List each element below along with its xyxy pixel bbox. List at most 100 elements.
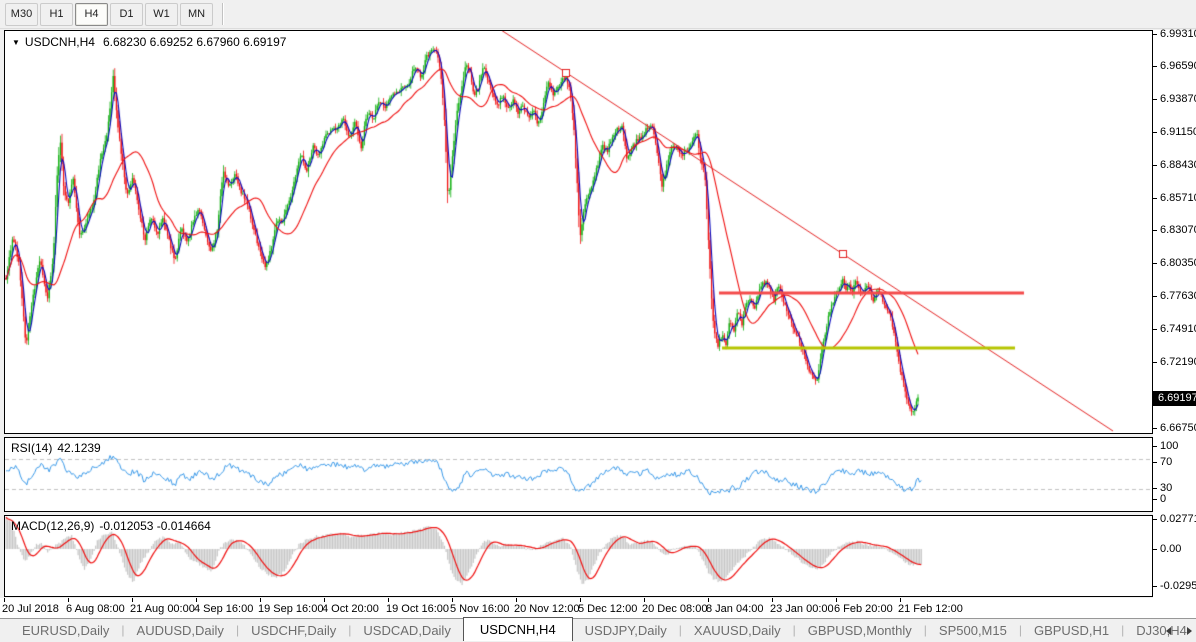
axis-tick [1153,462,1157,463]
price-axis-label: 6.99310 [1160,29,1196,40]
rsi-value: 42.1239 [57,441,100,455]
price-axis[interactable]: 6.99310 6.96590 6.93870 6.91150 6.88430 6.857… [1153,30,1196,598]
date-tick [388,598,389,602]
chart-dropdown-icon[interactable]: ▼ [12,38,20,47]
tab-separator: | [679,623,682,637]
axis-tick [1153,230,1157,231]
date-tick [708,598,709,602]
macd-axis-label: 0.00 [1160,544,1181,555]
date-tick [132,598,133,602]
tab-gbpusd-monthly[interactable]: GBPUSD,Monthly [796,619,924,642]
tab-usdcad-daily[interactable]: USDCAD,Daily [351,619,462,642]
price-axis-label: 6.91150 [1160,127,1196,138]
date-axis-label: 4 Oct 20:00 [322,603,379,615]
tab-xauusd-daily[interactable]: XAUUSD,Daily [682,619,793,642]
rsi-axis-label: 100 [1160,441,1178,452]
price-axis-label: 6.72190 [1160,357,1196,368]
timeframe-button-mn[interactable]: MN [180,3,213,26]
date-axis-label: 6 Aug 08:00 [66,603,125,615]
price-axis-label: 6.66750 [1160,423,1196,434]
date-axis-label: 5 Nov 16:00 [450,603,509,615]
date-axis-label: 19 Sep 16:00 [258,603,323,615]
rsi-panel: RSI(14)42.1239 [4,437,1153,512]
axis-tick [1153,165,1157,166]
date-axis-label: 21 Aug 00:00 [130,603,195,615]
date-axis[interactable]: 20 Jul 20186 Aug 08:0021 Aug 00:004 Sep … [0,598,1196,618]
axis-tick [1153,586,1157,587]
tab-separator: | [793,623,796,637]
timeframe-button-h4[interactable]: H4 [75,3,108,26]
tab-usdjpy-daily[interactable]: USDJPY,Daily [573,619,679,642]
chart-symbol: USDCNH,H4 [25,35,95,49]
axis-tick [1153,329,1157,330]
date-axis-label: 8 Jan 04:00 [706,603,764,615]
timeframe-button-d1[interactable]: D1 [110,3,143,26]
date-tick [4,598,5,602]
axis-tick [1153,549,1157,550]
date-tick [644,598,645,602]
chart-ohlc-values: 6.68230 6.69252 6.67960 6.69197 [103,35,287,49]
macd-panel: MACD(12,26,9)-0.012053 -0.014664 [4,515,1153,597]
current-price-badge: 6.69197 [1153,391,1196,406]
price-axis-label: 6.80350 [1160,258,1196,269]
date-axis-label: 6 Feb 20:00 [834,603,893,615]
date-axis-label: 20 Nov 12:00 [514,603,579,615]
axis-tick [1153,519,1157,520]
tab-gbpusd-h1[interactable]: GBPUSD,H1 [1022,619,1121,642]
tab-separator: | [924,623,927,637]
axis-tick [1153,99,1157,100]
date-axis-label: 23 Jan 00:00 [770,603,834,615]
date-axis-label: 20 Dec 08:00 [642,603,707,615]
tab-separator: | [348,623,351,637]
axis-tick [1153,296,1157,297]
rsi-axis-label: 0 [1160,494,1166,505]
tab-scroll-right-icon[interactable] [1187,627,1192,635]
date-tick [324,598,325,602]
tab-audusd-daily[interactable]: AUDUSD,Daily [125,619,236,642]
price-axis-label: 6.96590 [1160,61,1196,72]
axis-tick [1153,499,1157,500]
tab-usdchf-daily[interactable]: USDCHF,Daily [239,619,348,642]
date-tick [900,598,901,602]
axis-tick [1153,428,1157,429]
chart-title: ▼ USDCNH,H4 6.68230 6.69252 6.67960 6.6919… [12,35,286,49]
macd-label: MACD(12,26,9)-0.012053 -0.014664 [11,519,211,533]
date-tick [68,598,69,602]
price-chart-canvas[interactable] [5,31,1152,433]
rsi-axis-label: 70 [1160,457,1172,468]
date-tick [772,598,773,602]
date-axis-label: 4 Sep 16:00 [194,603,253,615]
toolbar-separator [222,3,224,25]
date-tick [516,598,517,602]
rsi-chart-canvas[interactable] [5,438,1152,511]
axis-tick [1153,34,1157,35]
rsi-label: RSI(14)42.1239 [11,441,101,455]
date-axis-label: 21 Feb 12:00 [898,603,963,615]
timeframe-button-h1[interactable]: H1 [40,3,73,26]
tab-sp500-m15[interactable]: SP500,M15 [927,619,1019,642]
timeframe-toolbar: M30H1H4D1W1MN [0,0,1196,29]
axis-tick [1153,66,1157,67]
date-tick [580,598,581,602]
tab-separator: | [1121,623,1124,637]
macd-axis-label: -0.029582 [1160,581,1196,592]
macd-axis-label: 0.027717 [1160,514,1196,525]
main-chart-panel: ▼ USDCNH,H4 6.68230 6.69252 6.67960 6.6919… [4,30,1153,434]
price-axis-label: 6.85710 [1160,193,1196,204]
price-axis-label: 6.88430 [1160,160,1196,171]
date-tick [452,598,453,602]
price-axis-label: 6.83070 [1160,225,1196,236]
timeframe-button-w1[interactable]: W1 [145,3,178,26]
tab-usdcnh-h4[interactable]: USDCNH,H4 [463,617,573,641]
tab-separator: | [1019,623,1022,637]
tab-eurusd-daily[interactable]: EURUSD,Daily [10,619,121,642]
date-axis-label: 5 Dec 12:00 [578,603,637,615]
timeframe-button-m30[interactable]: M30 [5,3,38,26]
price-axis-label: 6.93870 [1160,94,1196,105]
date-tick [196,598,197,602]
tab-scroll-left-icon[interactable] [1166,627,1171,635]
macd-values: -0.012053 -0.014664 [99,519,210,533]
tab-dj30-h4[interactable]: DJ30,H4 [1124,619,1196,642]
axis-tick [1153,362,1157,363]
axis-tick [1153,488,1157,489]
